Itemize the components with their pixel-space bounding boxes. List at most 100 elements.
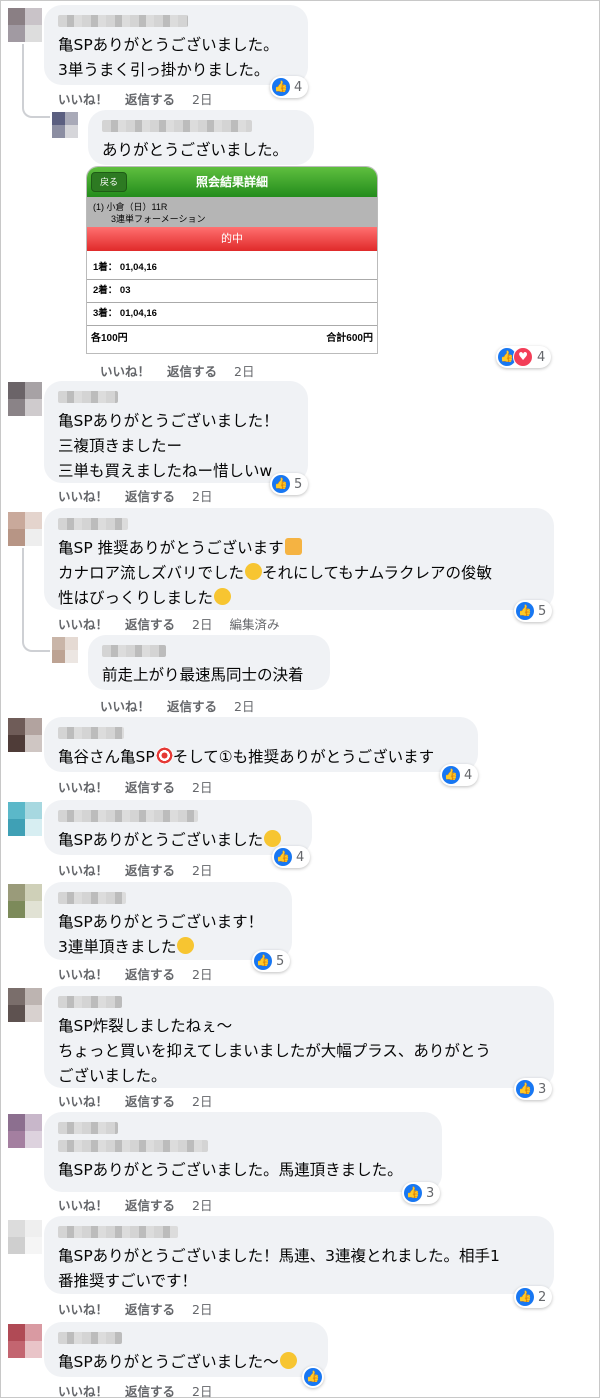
like-button[interactable]: いいね！ (58, 617, 108, 632)
reply-button[interactable]: 返信する (125, 863, 175, 878)
like-button[interactable]: いいね！ (58, 1094, 108, 1109)
avatar[interactable] (8, 512, 42, 546)
comment-bubble: 亀SPありがとうございました！ 三複頂きましたー 三単も買えましたねー惜しいw (44, 381, 308, 483)
commenter-name-blurred[interactable] (102, 120, 252, 132)
reaction-number: 4 (537, 349, 546, 365)
reaction-number: 4 (294, 79, 303, 95)
reaction-count[interactable]: 👍 (302, 1366, 324, 1388)
commenter-name-blurred[interactable] (58, 518, 128, 530)
like-button[interactable]: いいね！ (100, 699, 150, 714)
commenter-name-blurred[interactable] (58, 727, 124, 739)
avatar[interactable] (8, 1114, 42, 1148)
comment-actions: いいね！ 返信する 2日 編集済み (58, 614, 297, 633)
timestamp[interactable]: 2日 (234, 364, 254, 379)
avatar[interactable] (52, 637, 78, 663)
comment-text-part: それにしてもナムラクレアの俊敏 (262, 564, 493, 582)
commenter-name-blurred[interactable] (58, 1226, 178, 1238)
like-thumb-icon: 👍 (516, 1080, 534, 1098)
comment-actions: いいね！ 返信する 2日 (58, 1381, 229, 1400)
comment-text-part: 亀SP 推奨ありがとうございます (58, 539, 284, 557)
like-button[interactable]: いいね！ (58, 780, 108, 795)
reaction-count[interactable]: 👍 ♥ 4 (496, 346, 552, 368)
reaction-number: 4 (464, 767, 473, 783)
reply-button[interactable]: 返信する (125, 617, 175, 632)
ticket-total: 合計600円 (326, 333, 373, 344)
reaction-count[interactable]: 👍 5 (252, 950, 291, 972)
comment-actions: いいね！ 返信する 2日 (58, 860, 229, 879)
like-button[interactable]: いいね！ (58, 1384, 108, 1399)
reaction-count[interactable]: 👍 4 (270, 76, 309, 98)
astonished-face-emoji-icon (214, 588, 232, 605)
comment-text-part: カナロア流しズバリでした (58, 564, 245, 582)
avatar[interactable] (8, 988, 42, 1022)
commenter-name-blurred[interactable] (102, 645, 166, 657)
timestamp[interactable]: 2日 (192, 1094, 212, 1109)
avatar[interactable] (8, 718, 42, 752)
avatar[interactable] (8, 884, 42, 918)
like-thumb-icon: 👍 (274, 848, 292, 866)
timestamp[interactable]: 2日 (234, 699, 254, 714)
commenter-name-blurred[interactable] (58, 1122, 118, 1134)
comment-actions: いいね！ 返信する 2日 (58, 777, 229, 796)
reaction-count[interactable]: 👍 3 (402, 1182, 441, 1204)
like-button[interactable]: いいね！ (58, 863, 108, 878)
reaction-number: 5 (538, 603, 547, 619)
reaction-count[interactable]: 👍 3 (514, 1078, 553, 1100)
avatar[interactable] (8, 1220, 42, 1254)
timestamp[interactable]: 2日 (192, 967, 212, 982)
timestamp[interactable]: 2日 (192, 1384, 212, 1399)
reply-button[interactable]: 返信する (125, 1384, 175, 1399)
timestamp[interactable]: 2日 (192, 780, 212, 795)
reply-button[interactable]: 返信する (125, 780, 175, 795)
comment-text: 亀SPありがとうございました！馬連、3連複とれました。相手1 番推奨すごいです！ (58, 1247, 500, 1290)
timestamp[interactable]: 2日 (192, 92, 212, 107)
comment-actions: いいね！ 返信する 2日 (100, 696, 271, 715)
avatar[interactable] (8, 382, 42, 416)
timestamp[interactable]: 2日 (192, 1198, 212, 1213)
timestamp[interactable]: 2日 (192, 489, 212, 504)
commenter-name-blurred[interactable] (58, 391, 118, 403)
reply-button[interactable]: 返信する (167, 699, 217, 714)
like-button[interactable]: いいね！ (58, 92, 108, 107)
commenter-name-blurred[interactable] (58, 892, 126, 904)
like-button[interactable]: いいね！ (58, 1198, 108, 1213)
reply-button[interactable]: 返信する (125, 1302, 175, 1317)
reply-button[interactable]: 返信する (125, 1198, 175, 1213)
reaction-count[interactable]: 👍 5 (514, 600, 553, 622)
like-button[interactable]: いいね！ (100, 364, 150, 379)
like-button[interactable]: いいね！ (58, 967, 108, 982)
like-thumb-icon: 👍 (516, 1288, 534, 1306)
reply-button[interactable]: 返信する (125, 967, 175, 982)
reaction-count[interactable]: 👍 2 (514, 1286, 553, 1308)
timestamp[interactable]: 2日 (192, 617, 212, 632)
reply-button[interactable]: 返信する (167, 364, 217, 379)
commenter-name-blurred (58, 1140, 208, 1152)
avatar[interactable] (8, 8, 42, 42)
comment-bubble: 亀SP炸裂しましたねぇ〜 ちょっと買いを抑えてしまいましたが大幅プラス、ありがと… (44, 986, 554, 1088)
comment-text: 亀SPありがとうございました。馬連頂きました。 (58, 1161, 403, 1179)
ticket-result: 的中 (87, 227, 377, 251)
timestamp[interactable]: 2日 (192, 863, 212, 878)
avatar[interactable] (8, 802, 42, 836)
reply-button[interactable]: 返信する (125, 92, 175, 107)
ticket-race: (1) 小倉（日）11R 3連単フォーメーション (87, 197, 377, 227)
commenter-name-blurred[interactable] (58, 810, 198, 822)
commenter-name-blurred[interactable] (58, 1332, 122, 1344)
reply-button[interactable]: 返信する (125, 489, 175, 504)
reply-button[interactable]: 返信する (125, 1094, 175, 1109)
folded-hands-emoji-icon (284, 538, 302, 555)
reaction-count[interactable]: 👍 4 (272, 846, 311, 868)
like-button[interactable]: いいね！ (58, 1302, 108, 1317)
reaction-count[interactable]: 👍 4 (440, 764, 479, 786)
timestamp[interactable]: 2日 (192, 1302, 212, 1317)
reaction-count[interactable]: 👍 5 (270, 473, 309, 495)
ticket-footer: 各100円 合計600円 (87, 326, 377, 348)
commenter-name-blurred[interactable] (58, 15, 188, 27)
avatar[interactable] (52, 112, 78, 138)
love-heart-icon: ♥ (513, 347, 533, 367)
like-thumb-icon: 👍 (254, 952, 272, 970)
like-button[interactable]: いいね！ (58, 489, 108, 504)
commenter-name-blurred[interactable] (58, 996, 122, 1008)
avatar[interactable] (8, 1324, 42, 1358)
attached-ticket-image[interactable]: 戻る 照会結果詳細 (1) 小倉（日）11R 3連単フォーメーション 的中 1着： … (86, 166, 378, 354)
